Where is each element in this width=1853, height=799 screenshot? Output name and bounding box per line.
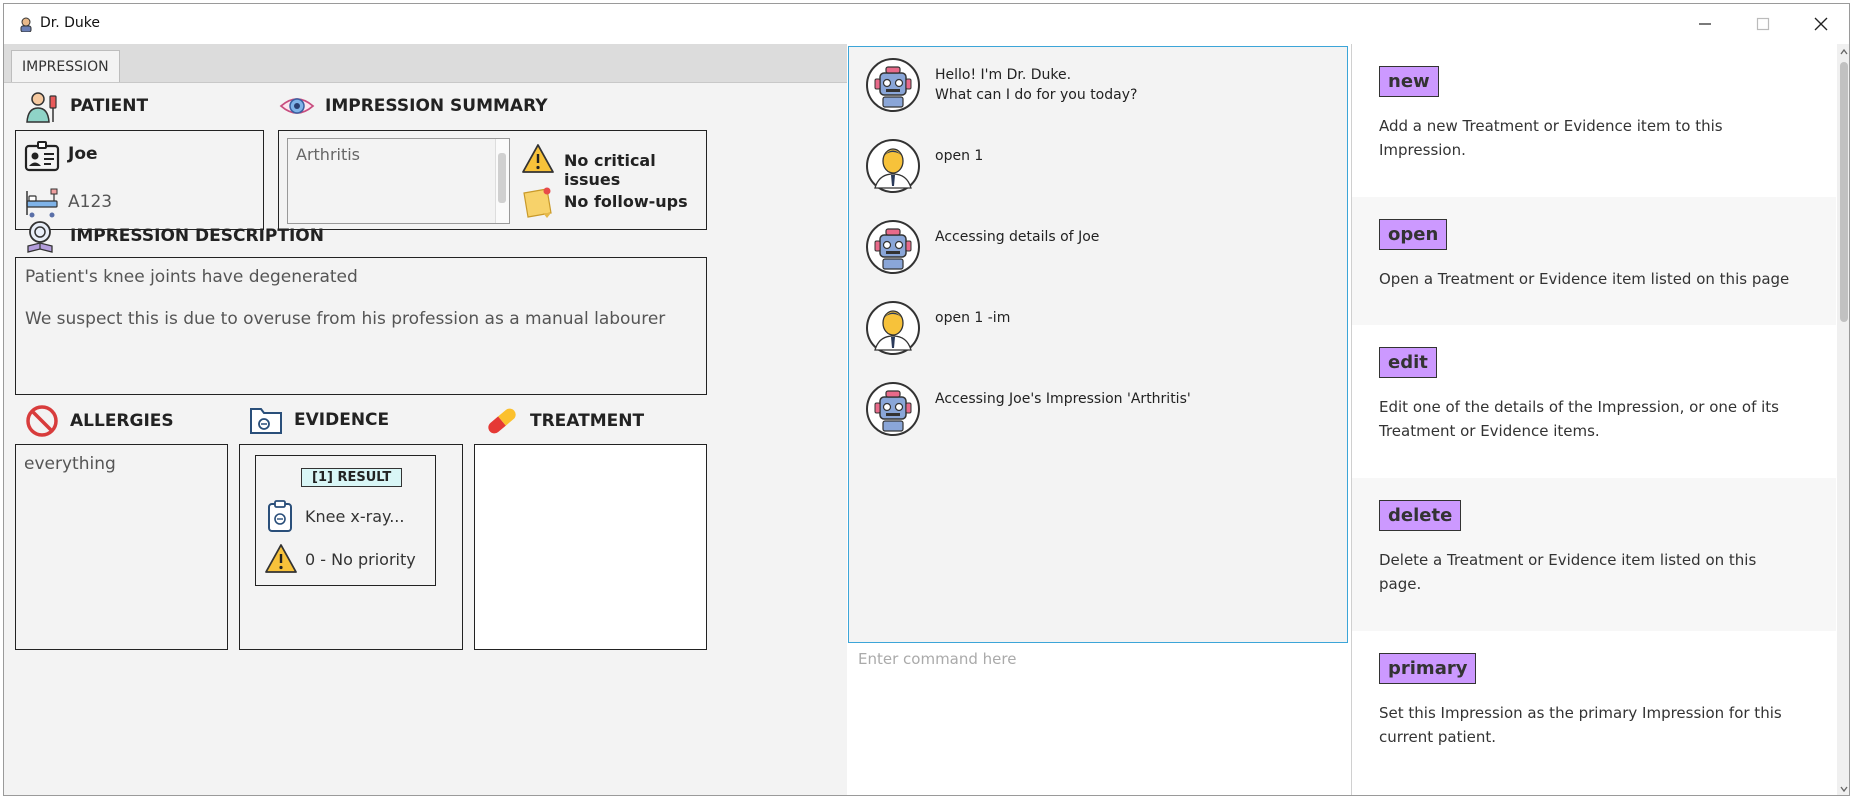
close-icon [1814, 17, 1828, 31]
chat-message-text: Accessing Joe's Impression 'Arthritis' [935, 391, 1191, 407]
id-card-icon [24, 141, 60, 172]
treatment-header: TREATMENT [484, 403, 644, 439]
allergies-label: ALLERGIES [70, 411, 174, 431]
help-card-edit: edit Edit one of the details of the Impr… [1352, 325, 1836, 478]
chat-message: open 1 [865, 138, 983, 194]
evidence-box: [1] RESULT Knee x-ray... 0 - No priority [239, 444, 463, 650]
patient-icon [26, 92, 57, 123]
chat-message: Hello! I'm Dr. Duke. What can I do for y… [865, 57, 1137, 113]
priority-warning-icon [265, 544, 297, 573]
description-line-2: We suspect this is due to overuse from h… [25, 309, 666, 329]
chat-message-text: Accessing details of Joe [935, 229, 1100, 245]
description-line-1: Patient's knee joints have degenerated [25, 267, 358, 287]
followups-status: No follow-ups [564, 192, 688, 211]
evidence-item-name: Knee x-ray... [305, 507, 405, 526]
patient-header: PATIENT [24, 88, 148, 124]
hospital-bed-icon [26, 188, 58, 218]
treatment-box [474, 444, 707, 650]
impression-description-box: Patient's knee joints have degenerated W… [15, 257, 707, 395]
close-button[interactable] [1792, 4, 1849, 44]
user-avatar-icon [866, 139, 920, 193]
robot-avatar-icon [866, 382, 920, 436]
impression-description-header: IMPRESSION DESCRIPTION [24, 218, 324, 254]
sticky-note-icon [523, 187, 552, 218]
help-card-new: new Add a new Treatment or Evidence item… [1352, 44, 1836, 197]
help-scroll-thumb[interactable] [1840, 62, 1848, 322]
command-chip-open[interactable]: open [1379, 219, 1448, 250]
user-avatar-icon [866, 301, 920, 355]
impression-description-label: IMPRESSION DESCRIPTION [70, 226, 324, 246]
patient-header-label: PATIENT [70, 96, 149, 116]
chat-message: open 1 -im [865, 300, 1010, 356]
critical-issues-status: No critical issues [564, 151, 656, 189]
chat-message: Accessing details of Joe [865, 219, 1099, 275]
command-chip-new[interactable]: new [1379, 66, 1439, 97]
allergies-box: everything [15, 444, 228, 650]
patient-card: Joe A123 [15, 130, 264, 230]
magnifier-book-icon [27, 221, 53, 253]
help-card-primary: primary Set this Impression as the prima… [1352, 631, 1836, 784]
command-desc-edit: Edit one of the details of the Impressio… [1379, 398, 1779, 440]
impression-pane: IMPRESSION PATIENT Joe A123 IMPRESSION S… [4, 44, 847, 795]
command-input[interactable]: Enter command here [858, 650, 1016, 668]
evidence-item-priority: 0 - No priority [305, 550, 416, 569]
scroll-up-icon[interactable] [1840, 48, 1848, 56]
patient-id: A123 [68, 192, 113, 212]
command-chip-primary[interactable]: primary [1379, 653, 1477, 684]
maximize-icon [1756, 17, 1770, 31]
robot-avatar-icon [866, 58, 920, 112]
chat-message-text: open 1 [935, 148, 984, 164]
impression-summary-header: IMPRESSION SUMMARY [279, 88, 548, 124]
chat-message-text: Hello! I'm Dr. Duke. What can I do for y… [935, 67, 1138, 103]
robot-avatar-icon [866, 220, 920, 274]
minimize-icon [1699, 23, 1711, 25]
doctor-app-icon [20, 17, 32, 32]
help-pane: new Add a new Treatment or Evidence item… [1351, 44, 1849, 795]
tab-strip: IMPRESSION [4, 44, 847, 83]
evidence-label: EVIDENCE [294, 410, 390, 430]
maximize-button[interactable] [1734, 4, 1792, 44]
command-desc-open: Open a Treatment or Evidence item listed… [1379, 270, 1790, 288]
impression-list-scrollbar[interactable] [495, 139, 509, 223]
app-window: Dr. Duke IMPRESSION PATIENT Joe A123 IMP… [3, 3, 1850, 796]
chat-pane: Hello! I'm Dr. Duke. What can I do for y… [847, 44, 1351, 795]
command-desc-primary: Set this Impression as the primary Impre… [1379, 704, 1782, 746]
help-card-open: open Open a Treatment or Evidence item l… [1352, 197, 1836, 325]
window-title: Dr. Duke [40, 15, 101, 31]
tab-impression[interactable]: IMPRESSION [11, 50, 120, 82]
treatment-label: TREATMENT [530, 411, 645, 431]
impression-summary-card: Arthritis No critical issues No follow-u… [278, 130, 707, 230]
allergy-item: everything [24, 454, 116, 474]
patient-name: Joe [68, 144, 98, 164]
help-card-delete: delete Delete a Treatment or Evidence it… [1352, 478, 1836, 631]
command-chip-delete[interactable]: delete [1379, 500, 1462, 531]
command-chip-edit[interactable]: edit [1379, 347, 1437, 378]
scroll-down-icon[interactable] [1840, 785, 1848, 793]
impression-summary-label: IMPRESSION SUMMARY [325, 96, 548, 116]
command-desc-delete: Delete a Treatment or Evidence item list… [1379, 551, 1757, 593]
eye-icon [279, 98, 315, 114]
command-desc-new: Add a new Treatment or Evidence item to … [1379, 117, 1723, 159]
clipboard-icon [268, 500, 292, 532]
evidence-item-tag: [1] RESULT [301, 468, 403, 487]
evidence-folder-icon [250, 408, 282, 434]
allergies-header: ALLERGIES [24, 403, 174, 439]
chat-message: Accessing Joe's Impression 'Arthritis' [865, 381, 1191, 437]
help-scrollbar[interactable] [1837, 44, 1849, 795]
warning-icon [522, 144, 554, 173]
prohibited-icon [26, 405, 58, 437]
evidence-item-card[interactable]: [1] RESULT Knee x-ray... 0 - No priority [255, 455, 436, 586]
chat-log[interactable]: Hello! I'm Dr. Duke. What can I do for y… [848, 46, 1348, 643]
impression-list[interactable]: Arthritis [287, 138, 510, 224]
pill-icon [488, 408, 516, 434]
title-bar: Dr. Duke [4, 4, 1849, 44]
impression-list-scroll-thumb[interactable] [498, 153, 506, 203]
minimize-button[interactable] [1676, 4, 1734, 44]
chat-message-text: open 1 -im [935, 310, 1011, 326]
impression-list-item[interactable]: Arthritis [296, 145, 360, 164]
evidence-header: EVIDENCE [248, 402, 389, 438]
